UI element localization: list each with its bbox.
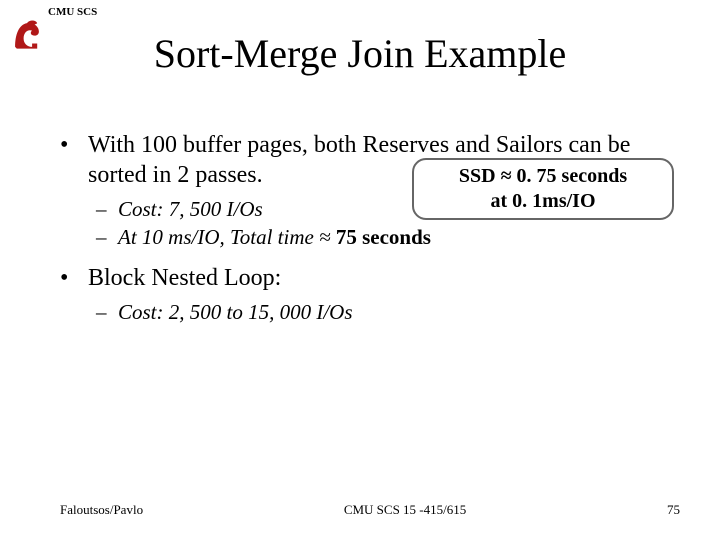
ssd-callout: SSD ≈ 0. 75 seconds at 0. 1ms/IO (412, 158, 674, 220)
bullet-dot: • (60, 130, 88, 190)
slide-title: Sort-Merge Join Example (0, 30, 720, 77)
sub-value: 2, 500 to 15, 000 I/Os (169, 300, 353, 324)
sub-dash: – (96, 196, 118, 222)
footer-page-number: 75 (667, 502, 680, 518)
footer-authors: Faloutsos/Pavlo (60, 502, 143, 518)
slide-footer: Faloutsos/Pavlo CMU SCS 15 -415/615 75 (60, 502, 680, 518)
sub-text: At 10 ms/IO, Total time ≈ 75 seconds (118, 224, 680, 250)
sub-dash: – (96, 299, 118, 325)
sub-prefix: At 10 ms/IO, Total time ≈ (118, 225, 336, 249)
callout-line-2: at 0. 1ms/IO (414, 189, 672, 214)
callout-line-1: SSD ≈ 0. 75 seconds (414, 164, 672, 189)
sub-text: Cost: 2, 500 to 15, 000 I/Os (118, 299, 680, 325)
bullet-text: Block Nested Loop: (88, 263, 680, 293)
sub-bullet-cost-2: – Cost: 2, 500 to 15, 000 I/Os (96, 299, 680, 325)
sub-dash: – (96, 224, 118, 250)
sub-value: 7, 500 I/Os (169, 197, 263, 221)
sub-bullet-time: – At 10 ms/IO, Total time ≈ 75 seconds (96, 224, 680, 250)
sub-prefix: Cost: (118, 197, 169, 221)
sub-value: 75 seconds (336, 225, 431, 249)
sub-prefix: Cost: (118, 300, 169, 324)
footer-course: CMU SCS 15 -415/615 (344, 502, 466, 518)
header-label: CMU SCS (48, 6, 97, 18)
bullet-2: • Block Nested Loop: (60, 263, 680, 293)
bullet-dot: • (60, 263, 88, 293)
